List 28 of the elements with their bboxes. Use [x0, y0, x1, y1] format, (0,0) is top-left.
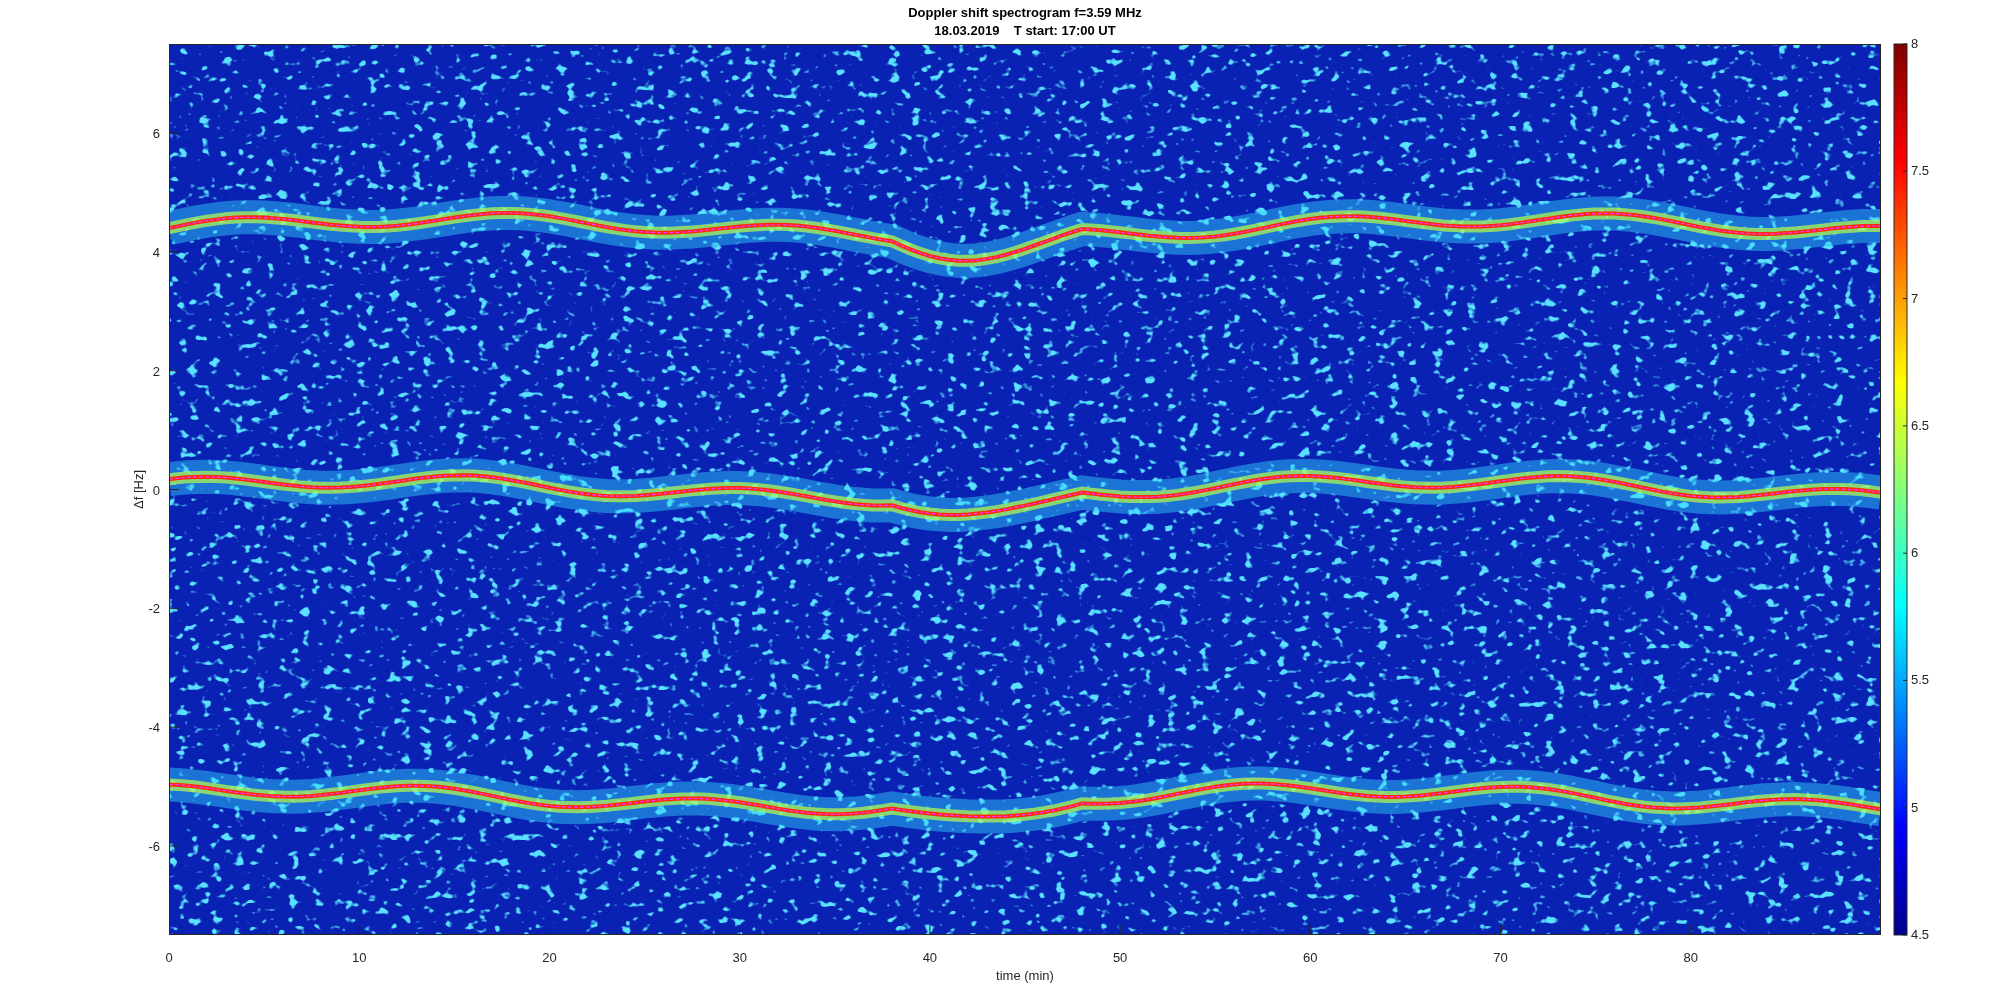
x-tick-label: 50 [1112, 950, 1128, 965]
x-tick-label: 20 [542, 950, 557, 965]
colorbar-tick-label: 5 [1911, 799, 1919, 815]
y-tick-label: -6 [148, 838, 160, 854]
x-tick-label: 60 [1303, 950, 1318, 965]
chart-title: 18.03.2019 T start: 17:00 UT [934, 23, 1116, 38]
x-tick-label: 30 [732, 950, 747, 965]
y-tick-label: 4 [152, 244, 160, 260]
colorbar-tick-label: 5.5 [1911, 672, 1930, 688]
colorbar-tick-label: 4.5 [1911, 927, 1930, 942]
y-tick-label: -4 [148, 720, 160, 736]
chart-title: Doppler shift spectrogram f=3.59 MHz [908, 5, 1142, 20]
y-tick-label: 0 [152, 482, 160, 498]
x-tick-label: 70 [1493, 950, 1508, 965]
colorbar-tick-label: 6.5 [1911, 417, 1930, 433]
y-tick-label: 2 [152, 363, 160, 379]
colorbar-tick-label: 7 [1911, 290, 1919, 306]
x-tick-label: 80 [1683, 950, 1698, 965]
colorbar-tick-label: 8 [1911, 36, 1919, 51]
colorbar-tick-label: 6 [1911, 545, 1919, 561]
y-tick-label: -2 [148, 601, 160, 617]
x-tick-label: 40 [922, 950, 938, 965]
x-tick-label: 0 [165, 950, 173, 965]
colorbar-tick-label: 7.5 [1911, 163, 1930, 179]
x-tick-label: 10 [352, 950, 367, 965]
x-axis-label: time (min) [996, 968, 1054, 983]
y-tick-label: 6 [152, 126, 160, 142]
y-axis-label: Δf [Hz] [131, 470, 146, 509]
